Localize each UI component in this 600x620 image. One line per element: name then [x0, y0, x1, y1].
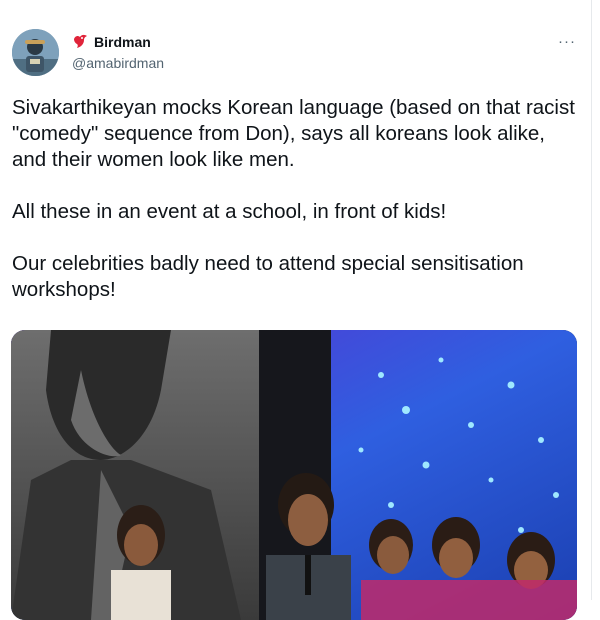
tweet-media-photo[interactable]: [11, 330, 577, 620]
tweet-paragraph: Sivakarthikeyan mocks Korean language (b…: [12, 96, 575, 171]
more-options-icon[interactable]: ···: [551, 31, 583, 51]
avatar[interactable]: [12, 29, 59, 76]
media-image: [11, 330, 577, 620]
tweet-paragraph: All these in an event at a school, in fr…: [12, 200, 447, 223]
author-name-row[interactable]: Birdman: [72, 33, 164, 51]
author-display-name: Birdman: [94, 34, 151, 50]
avatar-image: [12, 29, 59, 76]
tweet-text: Sivakarthikeyan mocks Korean language (b…: [12, 95, 582, 303]
red-bird-icon: [72, 33, 90, 51]
author-handle[interactable]: @amabirdman: [72, 55, 164, 71]
author-block: Birdman @amabirdman: [72, 33, 164, 71]
tweet-card: Birdman @amabirdman ··· Sivakarthikeyan …: [0, 0, 592, 620]
tweet-paragraph: Our celebrities badly need to attend spe…: [12, 252, 524, 301]
